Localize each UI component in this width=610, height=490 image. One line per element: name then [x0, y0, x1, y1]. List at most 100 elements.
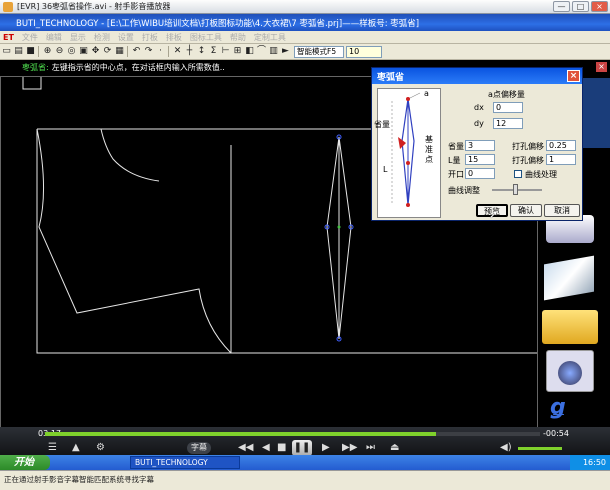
- curve-checkbox-label: 曲线处理: [525, 170, 557, 179]
- menu-custom-tools[interactable]: 定制工具: [254, 32, 286, 43]
- system-clock: 16:50: [570, 455, 610, 470]
- curve-adjust-label: 曲线调整: [448, 186, 480, 195]
- close-window-button[interactable]: ×: [591, 1, 608, 12]
- punch-offset-input-1[interactable]: 0.25: [546, 140, 576, 151]
- mode-select[interactable]: 智能模式F5: [294, 45, 344, 58]
- subtitle-button[interactable]: 字幕: [187, 442, 211, 454]
- rewind-icon[interactable]: ◀: [262, 442, 270, 453]
- refresh-icon[interactable]: ⟳: [102, 46, 113, 57]
- pause-button[interactable]: ❚❚: [292, 440, 312, 456]
- stop-icon[interactable]: ◀◀: [238, 442, 253, 453]
- minimize-button[interactable]: —: [553, 1, 570, 12]
- menu-layout[interactable]: 排板: [166, 32, 182, 43]
- dialog-close-button[interactable]: ×: [567, 70, 580, 82]
- volume-icon[interactable]: ◀): [500, 442, 512, 453]
- open-folder-icon[interactable]: ▤: [13, 46, 24, 57]
- dart-center-point: [337, 225, 341, 229]
- eject-icon[interactable]: ⏏: [390, 442, 399, 453]
- diagram-label-base: 基准点: [425, 135, 433, 164]
- volume-slider[interactable]: [518, 447, 562, 450]
- time-remaining: -00:54: [543, 429, 569, 438]
- menu-icon-tools[interactable]: 图标工具: [190, 32, 222, 43]
- cancel-button[interactable]: 取消: [544, 204, 580, 217]
- grid-icon[interactable]: ▦: [114, 46, 125, 57]
- fast-forward-icon[interactable]: ▶▶: [342, 442, 357, 453]
- redo-icon[interactable]: ↷: [143, 46, 154, 57]
- app-title-bar: BUTI_TECHNOLOGY - [E:\工作\WIBU培训文档\打板图标功能…: [0, 14, 610, 31]
- new-file-icon[interactable]: ▭: [1, 46, 12, 57]
- text-icon[interactable]: Σ: [208, 46, 219, 57]
- zoom-window-icon[interactable]: ▣: [78, 46, 89, 57]
- washing-machine-icon[interactable]: [546, 350, 594, 392]
- menu-edit[interactable]: 编辑: [46, 32, 62, 43]
- diagram-label-L: L: [383, 165, 388, 174]
- subtitle-status-message: 正在通过射手影音字幕智能匹配系统寻找字幕: [4, 475, 154, 484]
- dx-input[interactable]: 0: [493, 102, 523, 113]
- zoom-input[interactable]: 10: [346, 45, 382, 58]
- dart-dialog: 枣弧省 × a 省量 基准点 L a点偏移量 dx 0 dy 12 省量 3 L…: [371, 67, 583, 221]
- point-icon[interactable]: ·: [155, 46, 166, 57]
- diagram-top-point: [406, 97, 410, 101]
- line-icon[interactable]: ┼: [184, 46, 195, 57]
- panel-strip: [582, 78, 610, 148]
- punch-offset-input-2[interactable]: 1: [546, 154, 576, 165]
- dy-input[interactable]: 12: [493, 118, 523, 129]
- player-title-bar: [EVR] 36枣弧省操作.avi - 射手影音播放器 — □ ×: [0, 0, 610, 14]
- dy-label: dy: [474, 119, 484, 128]
- menu-settings[interactable]: 设置: [118, 32, 134, 43]
- task-item[interactable]: BUTI_TECHNOLOGY: [130, 456, 240, 469]
- forward-icon[interactable]: ▶: [322, 442, 330, 453]
- toolbar: ▭ ▤ ■ ⊕ ⊖ ◎ ▣ ✥ ⟳ ▦ ↶ ↷ · ✕ ┼ ↕ Σ ⊢ ⊞ ◧ …: [0, 44, 610, 60]
- status-message: 左键指示省的中心点，在对话框内输入所需数值..: [51, 63, 225, 72]
- amount-input[interactable]: 3: [465, 140, 495, 151]
- pan-icon[interactable]: ✥: [90, 46, 101, 57]
- zoom-in-icon[interactable]: ⊕: [42, 46, 53, 57]
- curve-checkbox[interactable]: [514, 170, 522, 178]
- document-icon[interactable]: [544, 255, 594, 301]
- seek-bar[interactable]: [45, 432, 540, 436]
- opening-label: 开口: [448, 170, 464, 179]
- punch-offset-label-1: 打孔偏移: [512, 142, 544, 151]
- ok-button[interactable]: 确认: [510, 204, 542, 217]
- opening-input[interactable]: 0: [465, 168, 495, 179]
- layer-icon[interactable]: ▥: [268, 46, 279, 57]
- arrow-icon[interactable]: ►: [280, 46, 291, 57]
- maximize-button[interactable]: □: [572, 1, 589, 12]
- pattern-icon[interactable]: ◧: [244, 46, 255, 57]
- next-icon[interactable]: ⏭: [366, 442, 375, 453]
- player-icon: [3, 1, 13, 12]
- diagram-label-amount: 省量: [374, 120, 390, 129]
- zoom-out-icon[interactable]: ⊖: [54, 46, 65, 57]
- curve-adjust-thumb[interactable]: [513, 184, 518, 195]
- subtitle-status-bar: 正在通过射手影音字幕智能匹配系统寻找字幕: [0, 470, 610, 490]
- start-button[interactable]: 开始: [0, 455, 50, 470]
- length-input[interactable]: 15: [465, 154, 495, 165]
- seek-bar-fill: [45, 432, 437, 436]
- menu-help[interactable]: 帮助: [230, 32, 246, 43]
- cross-icon[interactable]: ✕: [172, 46, 183, 57]
- settings-icon[interactable]: ⚙: [96, 442, 105, 453]
- undo-icon[interactable]: ↶: [131, 46, 142, 57]
- curve-icon[interactable]: ⌒: [256, 46, 267, 57]
- dialog-title-bar: 枣弧省 ×: [372, 68, 582, 84]
- neckline-curve: [100, 128, 160, 182]
- window-title: [EVR] 36枣弧省操作.avi - 射手影音播放器: [17, 2, 171, 11]
- panel-close-icon[interactable]: ×: [596, 62, 607, 72]
- menu-pattern[interactable]: 打板: [142, 32, 158, 43]
- measure-icon[interactable]: ↕: [196, 46, 207, 57]
- toolbar-separator: [168, 46, 169, 57]
- toolbar-separator: [127, 46, 128, 57]
- stop-button-icon[interactable]: ■: [277, 442, 286, 453]
- ruler-icon[interactable]: ⊢: [220, 46, 231, 57]
- save-icon[interactable]: ■: [25, 46, 36, 57]
- menu-view[interactable]: 显示: [70, 32, 86, 43]
- open-icon[interactable]: ▲: [72, 442, 80, 453]
- menu-check[interactable]: 检测: [94, 32, 110, 43]
- menu-file[interactable]: 文件: [22, 32, 38, 43]
- pattern-outline-top: [22, 77, 42, 90]
- punch-offset-label-2: 打孔偏移: [512, 156, 544, 165]
- seam-icon[interactable]: ⊞: [232, 46, 243, 57]
- zoom-fit-icon[interactable]: ◎: [66, 46, 77, 57]
- menu-icon[interactable]: ☰: [48, 442, 57, 453]
- folder-icon[interactable]: [542, 310, 598, 344]
